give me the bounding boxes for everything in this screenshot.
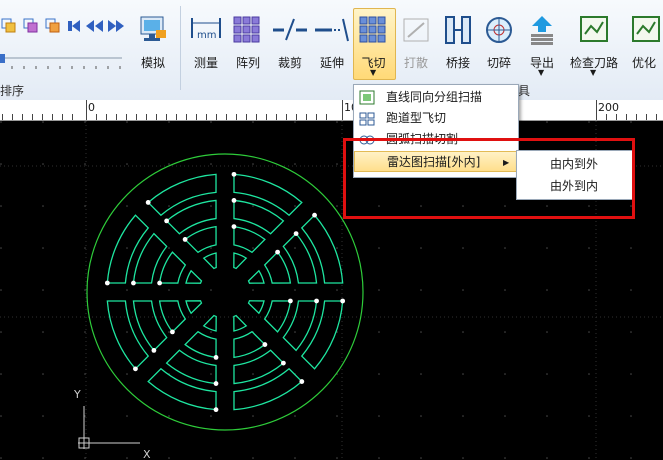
pierce-point [280, 360, 286, 366]
submenu-item-outside-in[interactable]: 由外到内 [517, 176, 633, 197]
pierce-point [262, 342, 268, 347]
ruler-label: 200 [598, 101, 619, 114]
shred-button[interactable]: 切碎 [479, 8, 519, 78]
extend-button[interactable]: 延伸 [312, 8, 352, 78]
fly-cut-icon [359, 16, 386, 43]
shred-icon [486, 17, 512, 43]
pierce-point [213, 407, 219, 413]
optimize-icon [632, 16, 660, 42]
group-label-tools: 具 [518, 84, 531, 98]
pierce-point [231, 198, 237, 203]
pierce-point [164, 218, 170, 224]
submenu-arrow-icon: ▶ [503, 158, 510, 167]
pierce-point [213, 354, 219, 360]
export-button[interactable]: 导出 ▼ [522, 8, 562, 78]
pierce-point [170, 329, 175, 335]
trim-icon [273, 18, 307, 41]
menu-item-radar-scan[interactable]: 雷达图扫描[外内] ▶ [354, 151, 518, 172]
chevron-down-icon: ▼ [538, 68, 545, 77]
chevron-down-icon: ▼ [370, 68, 377, 77]
y-axis-label: Y [73, 388, 81, 401]
explode-icon [403, 18, 429, 42]
arc-scan-icon [359, 135, 375, 145]
quick-tools-row [0, 16, 130, 36]
explode-button[interactable]: 打散 [396, 8, 436, 78]
pierce-point [312, 212, 317, 218]
simulate-icon [140, 16, 166, 41]
export-icon [531, 16, 553, 45]
x-axis-label: X [143, 448, 151, 460]
pierce-point [182, 237, 188, 242]
pierce-point [231, 171, 237, 177]
pierce-point [133, 366, 138, 372]
ribbon-toolbar: 排序 模拟 mm 测量 阵列 裁剪 延伸 飞切 ▼ 打散 桥接 切碎 导出 ▼ … [0, 0, 663, 101]
pierce-point [275, 249, 280, 255]
check-path-icon [580, 16, 608, 42]
pierce-point [157, 280, 163, 286]
submenu-item-inside-out[interactable]: 由内到外 [517, 154, 633, 175]
array-icon [233, 16, 260, 43]
ribbon-separator [180, 6, 181, 90]
menu-item-line-scan[interactable]: 直线同向分组扫描 [354, 87, 518, 108]
trim-button[interactable]: 裁剪 [270, 8, 310, 78]
bridge-button[interactable]: 桥接 [438, 8, 478, 78]
ruler-label: 0 [88, 101, 95, 114]
fly-cut-button[interactable]: 飞切 ▼ [353, 8, 394, 78]
pierce-point [104, 280, 110, 286]
group-label-sort: 排序 [0, 84, 25, 98]
speed-slider[interactable] [0, 52, 124, 72]
measure-button[interactable]: mm 测量 [186, 8, 226, 78]
fly-cut-dropdown-menu: 直线同向分组扫描 跑道型飞切 圆弧扫描切割 雷达图扫描[外内] ▶ [353, 84, 519, 178]
check-path-button[interactable]: 检查刀路 ▼ [566, 8, 622, 78]
bridge-icon [445, 16, 471, 44]
horizontal-ruler: 0 10 200 [0, 100, 663, 121]
racetrack-icon [359, 112, 375, 126]
optimize-button[interactable]: 优化 [629, 8, 663, 78]
pierce-point [145, 200, 151, 205]
pierce-point [231, 224, 237, 230]
chevron-down-icon: ▼ [590, 68, 597, 77]
pierce-point [213, 381, 219, 386]
svg-text:mm: mm [197, 30, 216, 41]
pierce-point [287, 298, 293, 304]
simulate-button[interactable]: 模拟 [133, 8, 173, 78]
menu-item-racetrack[interactable]: 跑道型飞切 [354, 108, 518, 129]
pierce-point [299, 379, 305, 384]
pierce-point [340, 298, 346, 304]
pierce-point [131, 280, 136, 286]
pierce-point [293, 231, 299, 237]
pierce-point [314, 298, 319, 304]
pierce-point [151, 347, 157, 353]
extend-icon [315, 18, 349, 42]
measure-icon: mm [191, 18, 221, 41]
radar-scan-submenu: 由内到外 由外到内 [516, 150, 634, 200]
menu-item-arc-scan[interactable]: 圆弧扫描切割 [354, 129, 518, 150]
line-scan-icon [359, 90, 375, 105]
array-button[interactable]: 阵列 [228, 8, 268, 78]
